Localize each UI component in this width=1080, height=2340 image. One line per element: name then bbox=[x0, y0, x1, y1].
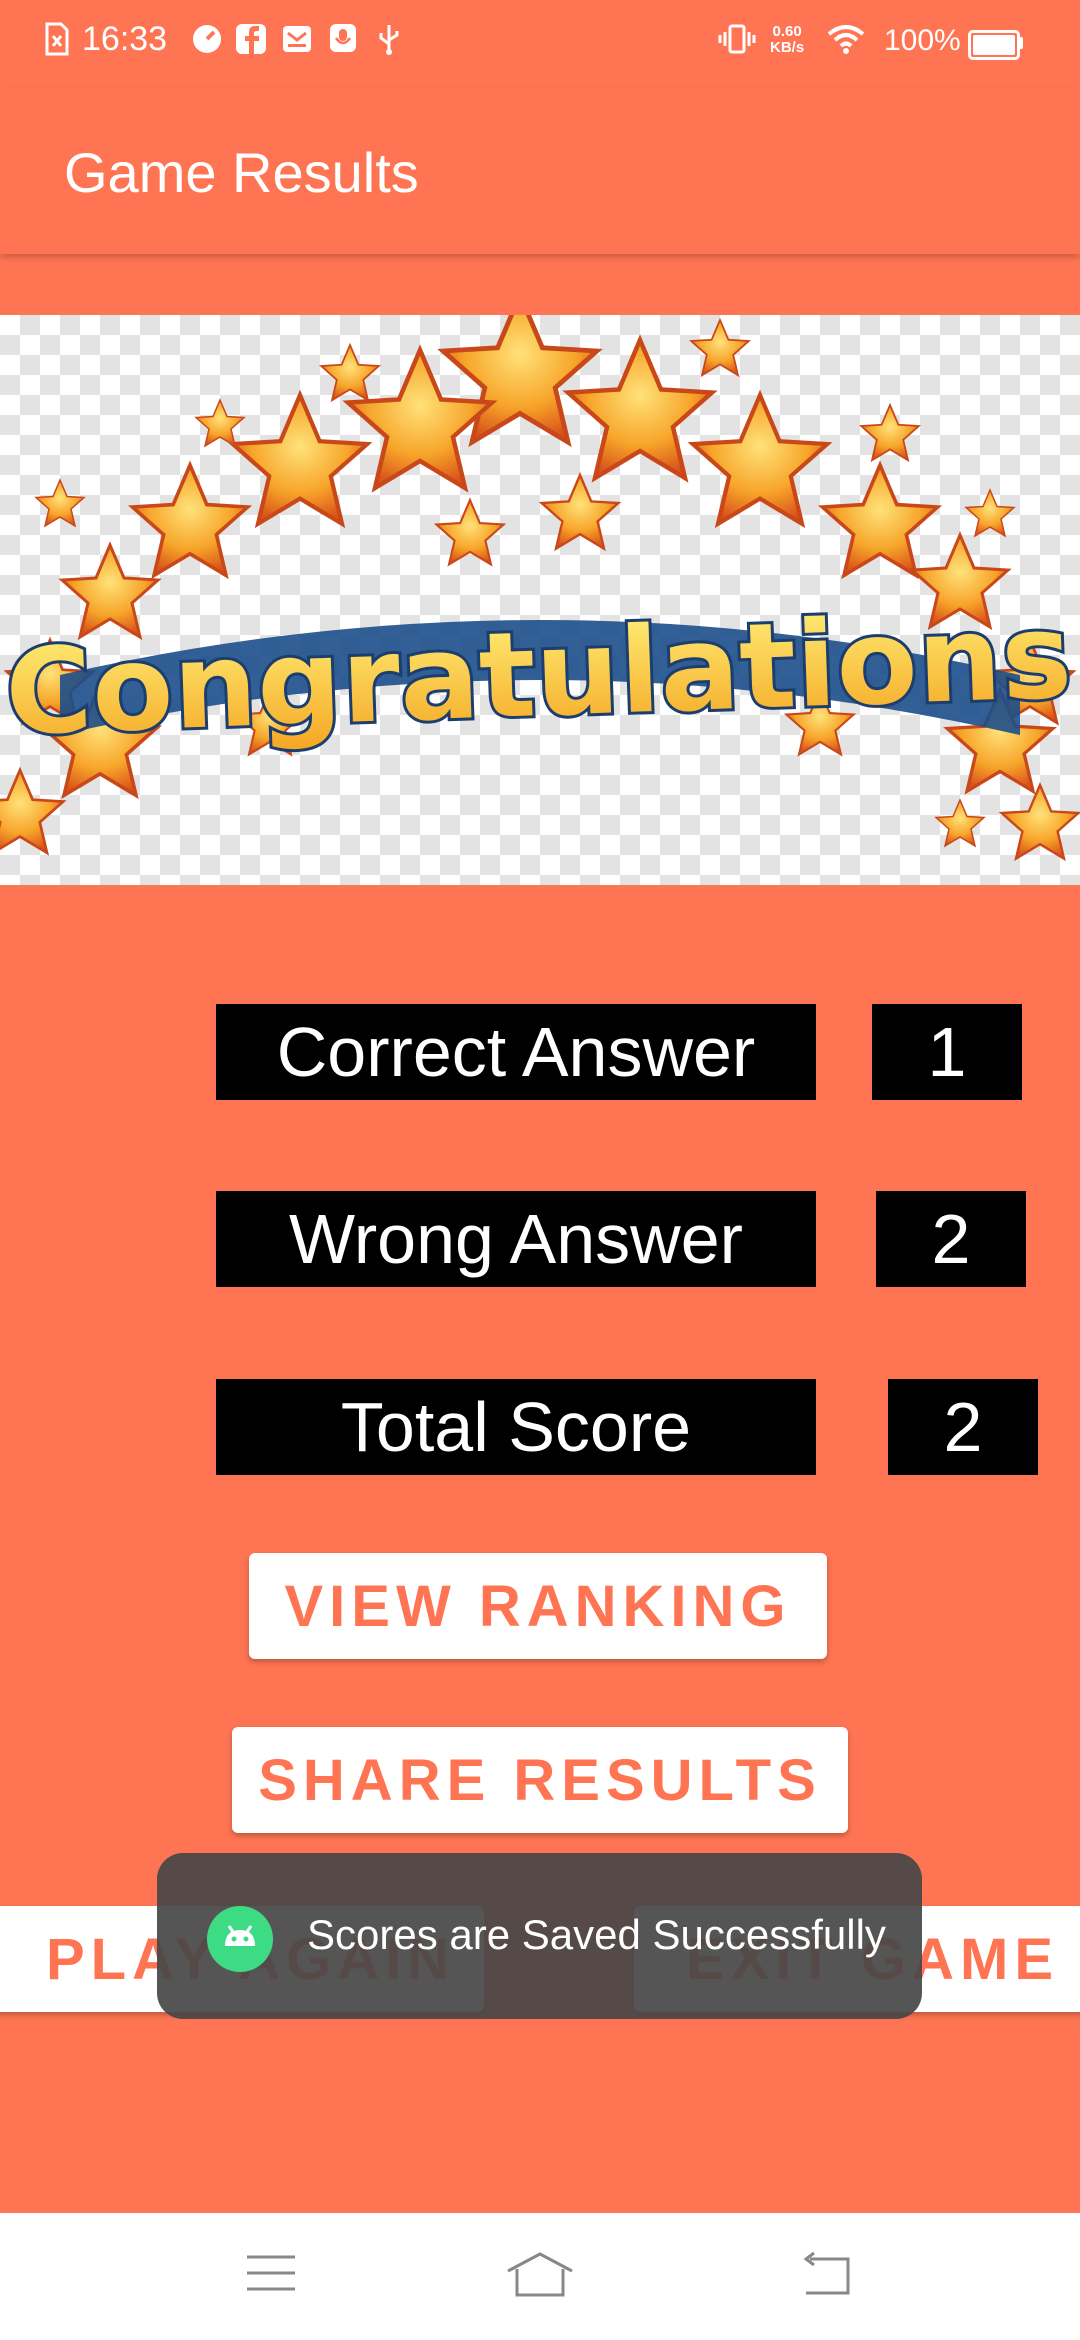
navigation-bar bbox=[0, 2213, 1080, 2340]
correct-answer-label: Correct Answer bbox=[216, 1004, 816, 1100]
wifi-icon bbox=[827, 25, 865, 54]
view-ranking-button[interactable]: VIEW RANKING bbox=[249, 1553, 827, 1659]
net-speed: 0.60 KB/s bbox=[770, 23, 805, 56]
mail-icon bbox=[283, 26, 311, 52]
total-score-value: 2 bbox=[888, 1379, 1038, 1475]
back-icon[interactable] bbox=[796, 2251, 852, 2297]
menu-icon[interactable] bbox=[244, 2251, 298, 2295]
wrong-answer-label: Wrong Answer bbox=[216, 1191, 816, 1287]
sim-icon bbox=[45, 22, 69, 56]
usb-icon bbox=[379, 25, 399, 55]
status-bar: 16:33 0.60 KB/s 100% bbox=[0, 0, 1080, 88]
page-title: Game Results bbox=[64, 141, 419, 204]
app-bar: Game Results bbox=[0, 88, 1080, 254]
congratulations-banner: Congratulations bbox=[0, 315, 1080, 885]
banner-text: Congratulations bbox=[3, 586, 1074, 761]
total-score-label: Total Score bbox=[216, 1379, 816, 1475]
battery-percent: 100% bbox=[884, 24, 961, 57]
home-icon[interactable] bbox=[505, 2251, 575, 2299]
vibrate-icon bbox=[718, 24, 756, 54]
battery-icon bbox=[968, 30, 1020, 60]
facebook-icon bbox=[236, 24, 266, 54]
wrong-answer-value: 2 bbox=[876, 1191, 1026, 1287]
mic-icon bbox=[330, 24, 356, 52]
status-time: 16:33 bbox=[82, 20, 168, 58]
toast-text: Scores are Saved Successfully bbox=[307, 1911, 886, 1958]
correct-answer-value: 1 bbox=[872, 1004, 1022, 1100]
android-icon bbox=[207, 1906, 273, 1972]
battery-tip bbox=[1018, 37, 1023, 49]
stars-illustration: Congratulations bbox=[0, 315, 1080, 860]
clock-app-icon bbox=[193, 25, 221, 53]
share-results-button[interactable]: SHARE RESULTS bbox=[232, 1727, 848, 1833]
toast-message: Scores are Saved Successfully bbox=[157, 1853, 922, 2019]
